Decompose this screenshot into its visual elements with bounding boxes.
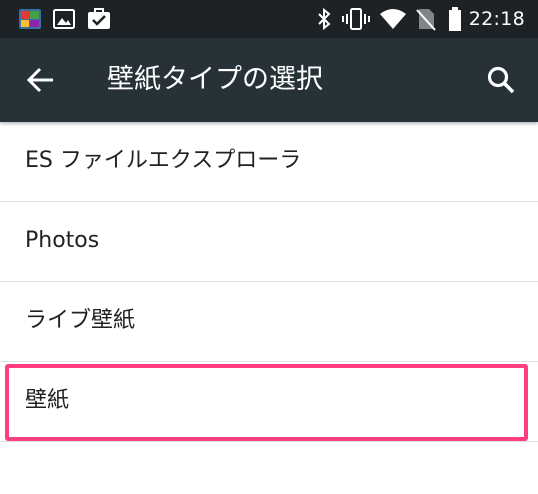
vibrate-icon [342, 8, 370, 30]
no-sim-icon [416, 9, 436, 31]
list-item-photos[interactable]: Photos [0, 202, 538, 282]
search-icon[interactable] [486, 65, 516, 95]
list-item-live-wallpaper[interactable]: ライブ壁紙 [0, 282, 538, 362]
list-item-label: ライブ壁紙 [25, 308, 136, 333]
list-item-wallpaper[interactable]: 壁紙 [0, 362, 538, 442]
app-icon [19, 9, 41, 29]
wallpaper-type-list: ES ファイルエクスプローラ Photos ライブ壁紙 壁紙 [0, 122, 538, 442]
list-item-label: 壁紙 [25, 388, 70, 413]
battery-icon [449, 7, 461, 31]
app-bar: 壁紙タイプの選択 [0, 38, 538, 122]
status-time: 22:18 [468, 8, 525, 30]
image-icon [53, 9, 75, 29]
list-item-es-file-explorer[interactable]: ES ファイルエクスプローラ [0, 122, 538, 202]
wifi-icon [380, 9, 406, 29]
arrow-back-icon[interactable] [26, 65, 56, 95]
briefcase-check-icon [88, 8, 110, 29]
page-title: 壁紙タイプの選択 [107, 64, 323, 95]
list-item-label: Photos [25, 228, 100, 253]
status-bar: 22:18 [0, 0, 538, 38]
list-item-label: ES ファイルエクスプローラ [25, 148, 302, 173]
bluetooth-icon [318, 7, 331, 31]
